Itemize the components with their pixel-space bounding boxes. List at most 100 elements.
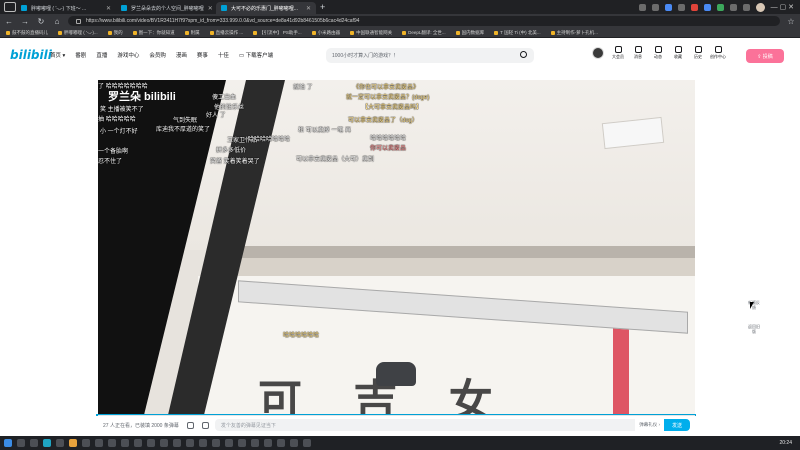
bookmark-item[interactable]: 我的 bbox=[107, 30, 123, 36]
chrome-icon[interactable] bbox=[69, 439, 77, 447]
taskbar-app-icon[interactable] bbox=[225, 439, 233, 447]
old-version-button[interactable]: 返回旧版 bbox=[748, 324, 760, 334]
start-icon[interactable] bbox=[4, 439, 12, 447]
taskbar-app-icon[interactable] bbox=[160, 439, 168, 447]
dynamics-button[interactable]: 动态 bbox=[652, 46, 664, 60]
window-controls[interactable]: — ▢ ✕ bbox=[771, 3, 794, 11]
browser-tab-3[interactable]: 大可不必的乐惠门_胖嘟嘟哩... ✕ bbox=[216, 2, 316, 14]
profile-avatar[interactable] bbox=[755, 2, 765, 12]
bookmark-item[interactable]: 【引流中】 PS助手... bbox=[253, 30, 302, 36]
nav-item-game-center[interactable]: 游戏中心 bbox=[117, 51, 139, 59]
creator-center-button[interactable]: 创作中心 bbox=[710, 46, 726, 60]
taskbar-app-icon[interactable] bbox=[30, 439, 38, 447]
back-icon[interactable]: ← bbox=[4, 17, 14, 26]
bookmark-item[interactable]: T 国轻 Ti (中) 北美... bbox=[494, 30, 541, 36]
extension-icon[interactable] bbox=[742, 3, 750, 11]
reload-icon[interactable]: ↻ bbox=[36, 17, 46, 26]
extension-icon[interactable] bbox=[664, 3, 672, 11]
browser-tab-2[interactable]: 罗兰朵朵去的个人空间_胖嘟嘟哩 ✕ bbox=[116, 2, 216, 14]
extension-icon[interactable] bbox=[690, 3, 698, 11]
nav-item-anime[interactable]: 番剧 bbox=[75, 51, 86, 59]
bookmark-item[interactable]: 中国联通智能网关 bbox=[350, 30, 392, 36]
taskbar-app-icon[interactable] bbox=[134, 439, 142, 447]
bookmark-item[interactable]: 附属 bbox=[184, 30, 200, 36]
close-tab-icon[interactable]: ✕ bbox=[306, 5, 311, 12]
close-tab-icon[interactable]: ✕ bbox=[208, 5, 213, 12]
danmaku-comment: 气到失眠 bbox=[173, 118, 198, 124]
bookmark-icon bbox=[311, 30, 316, 35]
taskbar-app-icon[interactable] bbox=[199, 439, 207, 447]
taskbar-app-icon[interactable] bbox=[277, 439, 285, 447]
tab-title: 罗兰朵朵去的个人空间_胖嘟嘟哩 bbox=[131, 5, 204, 12]
nav-item-manga[interactable]: 漫画 bbox=[176, 51, 187, 59]
danmaku-send-bar: 27 人正在看，已装填 2000 条弹幕 发个友善的弹幕见证当下 弹幕礼仪 › … bbox=[98, 415, 695, 434]
send-danmaku-button[interactable]: 发送 bbox=[664, 419, 690, 431]
extension-icon[interactable] bbox=[703, 3, 711, 11]
bilibili-logo[interactable]: bilibili bbox=[10, 48, 52, 62]
upload-button[interactable]: ⇪ 投稿 bbox=[746, 49, 784, 63]
taskbar-app-icon[interactable] bbox=[303, 439, 311, 447]
browser-tab-1[interactable]: 胖嘟嘟哩 ( '-ᴗ-) 下班～ ... ✕ bbox=[16, 2, 116, 14]
taskbar-app-icon[interactable] bbox=[238, 439, 246, 447]
bookmark-item[interactable]: 胖嘟嘟哩 ( '-ᴗ-)... bbox=[58, 30, 98, 36]
bookmark-item[interactable]: DeepL翻译: 全世... bbox=[402, 30, 446, 36]
bookmarks-bar: 鼓不鼓的直播码儿 胖嘟嘟哩 ( '-ᴗ-)... 我的 图一下：你就知道 附属 … bbox=[0, 28, 800, 38]
history-button[interactable]: 历史 bbox=[692, 46, 704, 60]
danmaku-etiquette-link[interactable]: 弹幕礼仪 › bbox=[639, 422, 660, 428]
nav-item-live[interactable]: 直播 bbox=[96, 51, 107, 59]
video-player[interactable]: 可 吉 女 罗兰朵 bilibili 了 哈哈哈哈哈哈哈 笑 主播被笑不了 抽 … bbox=[98, 80, 695, 415]
taskbar-app-icon[interactable] bbox=[147, 439, 155, 447]
taskbar-app-icon[interactable] bbox=[56, 439, 64, 447]
new-tab-button[interactable]: + bbox=[320, 2, 325, 12]
extension-icon[interactable] bbox=[716, 3, 724, 11]
search-icon[interactable] bbox=[520, 51, 527, 58]
search-input[interactable]: 1000小时才算入门的游戏？！ bbox=[326, 48, 534, 63]
bookmark-icon bbox=[184, 30, 189, 35]
user-avatar[interactable] bbox=[592, 47, 604, 59]
url-field[interactable]: https://www.bilibili.com/video/BV1R3411H… bbox=[68, 16, 780, 26]
taskbar-app-icon[interactable] bbox=[186, 439, 194, 447]
bookmark-item[interactable]: 鼓不鼓的直播码儿 bbox=[6, 30, 48, 36]
danmaku-comment: 笑留 笑着笑着哭了 bbox=[210, 159, 260, 165]
nav-item-esports[interactable]: 赛事 bbox=[197, 51, 208, 59]
taskbar-app-icon[interactable] bbox=[212, 439, 220, 447]
bookmark-item[interactable]: 直播云操作 ... bbox=[209, 30, 243, 36]
taskbar-app-icon[interactable] bbox=[43, 439, 51, 447]
taskbar-app-icon[interactable] bbox=[95, 439, 103, 447]
danmaku-input[interactable]: 发个友善的弹幕见证当下 bbox=[214, 419, 636, 431]
taskbar-app-icon[interactable] bbox=[251, 439, 259, 447]
tab-actions-icon[interactable] bbox=[4, 2, 16, 12]
nav-item-home[interactable]: 首页 ▾ bbox=[50, 51, 65, 59]
danmaku-comment: 可以拿去卖废品了（dog） bbox=[348, 118, 419, 124]
messages-button[interactable]: 消息 bbox=[632, 46, 644, 60]
search-taskbar-icon[interactable] bbox=[17, 439, 25, 447]
danmaku-settings-icon[interactable] bbox=[201, 421, 209, 429]
bookmark-item[interactable]: 图一下：你就知道 bbox=[132, 30, 175, 36]
bookmark-item[interactable]: 小米路由器 bbox=[311, 30, 340, 36]
nav-item-mall[interactable]: 会员购 bbox=[149, 51, 166, 59]
extension-icon[interactable] bbox=[651, 3, 659, 11]
taskbar-app-icon[interactable] bbox=[121, 439, 129, 447]
nav-item-download-client[interactable]: ▭ 下载客户端 bbox=[239, 51, 273, 59]
close-tab-icon[interactable]: ✕ bbox=[106, 5, 111, 12]
nav-item-top10[interactable]: 十佳 bbox=[218, 51, 229, 59]
forward-icon[interactable]: → bbox=[20, 17, 30, 26]
bookmark-item[interactable]: 主持制作-萝卜孔机... bbox=[550, 30, 598, 36]
danmaku-toggle-icon[interactable] bbox=[186, 421, 194, 429]
favorites-button[interactable]: 收藏 bbox=[672, 46, 684, 60]
home-icon[interactable]: ⌂ bbox=[52, 17, 62, 26]
vip-button[interactable]: 大会员 bbox=[612, 46, 624, 60]
taskbar-app-icon[interactable] bbox=[264, 439, 272, 447]
taskbar-app-icon[interactable] bbox=[290, 439, 298, 447]
star-icon[interactable]: ☆ bbox=[786, 17, 796, 26]
extension-icon[interactable] bbox=[638, 3, 646, 11]
extension-icon[interactable] bbox=[729, 3, 737, 11]
tab-title: 胖嘟嘟哩 ( '-ᴗ-) 下班～ ... bbox=[31, 5, 87, 12]
taskbar-clock[interactable]: 20:24 bbox=[779, 440, 800, 446]
extension-icon[interactable] bbox=[677, 3, 685, 11]
bookmark-item[interactable]: 国内数据库 bbox=[455, 30, 484, 36]
taskbar-app-icon[interactable] bbox=[108, 439, 116, 447]
taskbar-app-icon[interactable] bbox=[82, 439, 90, 447]
address-bar-row: ← → ↻ ⌂ https://www.bilibili.com/video/B… bbox=[0, 14, 800, 28]
taskbar-app-icon[interactable] bbox=[173, 439, 181, 447]
